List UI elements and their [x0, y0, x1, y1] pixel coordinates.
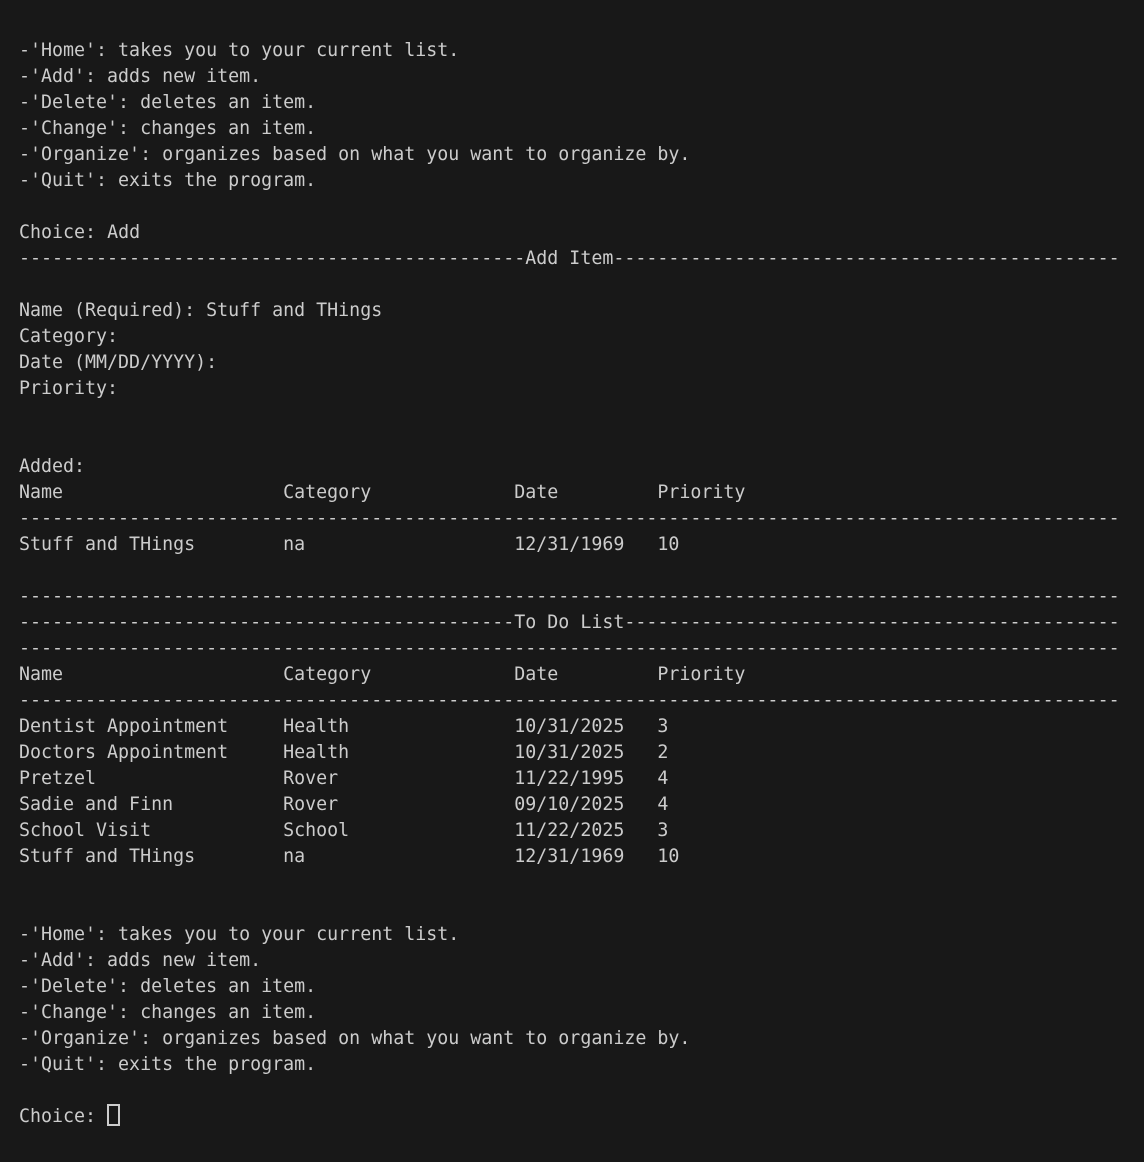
menu-line: -'Home': takes you to your current list. [19, 922, 1144, 948]
choice-line-bottom: Choice: [19, 1104, 1144, 1130]
todo-table-header: Name Category Date Priority [19, 662, 1144, 688]
add-item-title-separator: ----------------------------------------… [19, 246, 1144, 272]
terminal-screen[interactable]: -'Home': takes you to your current list.… [0, 0, 1144, 1162]
blank-line [19, 12, 1144, 38]
blank-line [19, 428, 1144, 454]
added-table-header: Name Category Date Priority [19, 480, 1144, 506]
menu-line: -'Change': changes an item. [19, 1000, 1144, 1026]
blank-line [19, 896, 1144, 922]
todo-title-separator: ----------------------------------------… [19, 610, 1144, 636]
menu-line: -'Delete': deletes an item. [19, 90, 1144, 116]
separator-line: ----------------------------------------… [19, 506, 1144, 532]
choice-prompt: Choice: [19, 1106, 107, 1127]
todo-table-row: Dentist Appointment Health 10/31/2025 3 [19, 714, 1144, 740]
choice-line-top: Choice: Add [19, 220, 1144, 246]
form-line-priority: Priority: [19, 376, 1144, 402]
blank-line [19, 194, 1144, 220]
menu-line: -'Add': adds new item. [19, 64, 1144, 90]
menu-block-top: -'Home': takes you to your current list.… [19, 38, 1144, 194]
blank-line [19, 870, 1144, 896]
todo-table-row: Sadie and Finn Rover 09/10/2025 4 [19, 792, 1144, 818]
menu-line: -'Add': adds new item. [19, 948, 1144, 974]
menu-line: -'Delete': deletes an item. [19, 974, 1144, 1000]
separator-line: ----------------------------------------… [19, 688, 1144, 714]
todo-table-row: Stuff and THings na 12/31/1969 10 [19, 844, 1144, 870]
added-table-body: Stuff and THings na 12/31/1969 10 [19, 532, 1144, 558]
menu-line: -'Organize': organizes based on what you… [19, 1026, 1144, 1052]
menu-line: -'Organize': organizes based on what you… [19, 142, 1144, 168]
choice-entered-value: Add [107, 222, 140, 243]
blank-line [19, 272, 1144, 298]
todo-table-row: Doctors Appointment Health 10/31/2025 2 [19, 740, 1144, 766]
todo-table-body: Dentist Appointment Health 10/31/2025 3D… [19, 714, 1144, 870]
added-label: Added: [19, 454, 1144, 480]
form-line-date: Date (MM/DD/YYYY): [19, 350, 1144, 376]
menu-line: -'Home': takes you to your current list. [19, 38, 1144, 64]
todo-table-row: Pretzel Rover 11/22/1995 4 [19, 766, 1144, 792]
menu-line: -'Change': changes an item. [19, 116, 1144, 142]
blank-line [19, 558, 1144, 584]
text-cursor [107, 1104, 120, 1126]
menu-line: -'Quit': exits the program. [19, 1052, 1144, 1078]
menu-block-bottom: -'Home': takes you to your current list.… [19, 922, 1144, 1078]
form-line-name: Name (Required): Stuff and THings [19, 298, 1144, 324]
todo-table-row: School Visit School 11/22/2025 3 [19, 818, 1144, 844]
separator-line: ----------------------------------------… [19, 584, 1144, 610]
separator-line: ----------------------------------------… [19, 636, 1144, 662]
blank-line [19, 1078, 1144, 1104]
menu-line: -'Quit': exits the program. [19, 168, 1144, 194]
choice-prompt: Choice: [19, 222, 107, 243]
added-table-row: Stuff and THings na 12/31/1969 10 [19, 532, 1144, 558]
form-line-category: Category: [19, 324, 1144, 350]
blank-line [19, 402, 1144, 428]
